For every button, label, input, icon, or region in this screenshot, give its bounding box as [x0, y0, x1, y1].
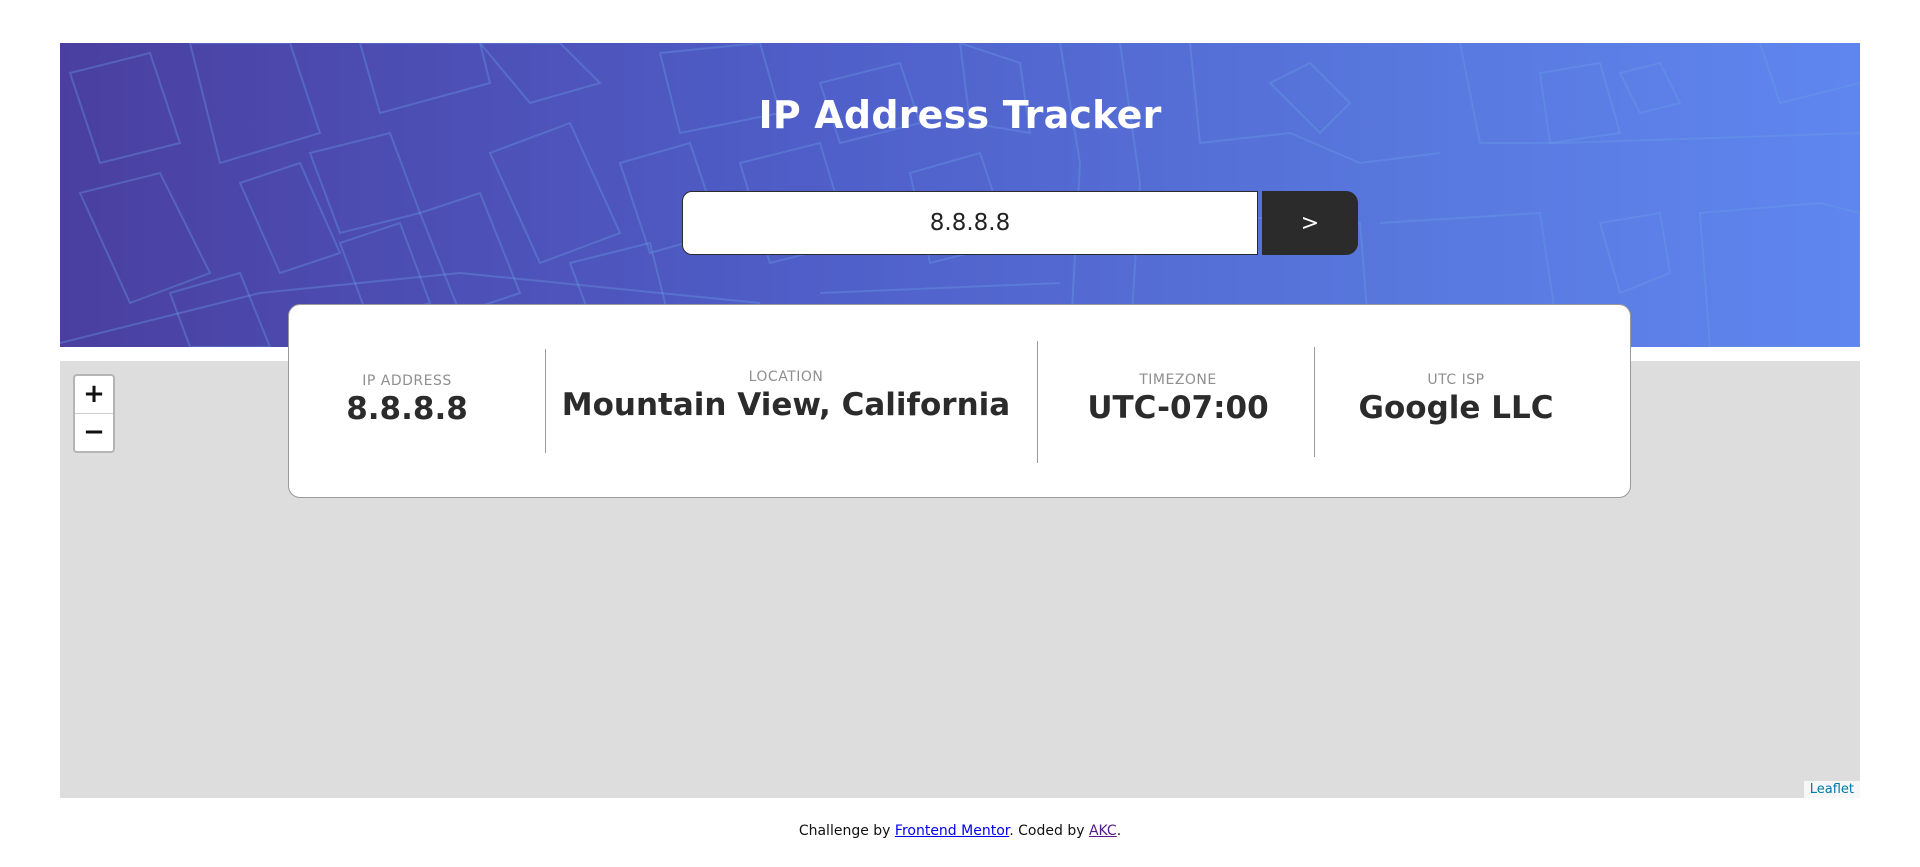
timezone-label: TIMEZONE: [1139, 372, 1217, 388]
ip-address-block: IP ADDRESS 8.8.8.8: [329, 373, 485, 427]
divider: [1037, 341, 1038, 463]
location-block: LOCATION Mountain View, California: [547, 369, 1025, 423]
ip-address-value: 8.8.8.8: [346, 391, 468, 427]
footer-attribution: Challenge by Frontend Mentor. Coded by A…: [0, 823, 1920, 839]
isp-block: UTC ISP Google LLC: [1316, 372, 1596, 426]
zoom-out-button[interactable]: −: [75, 414, 113, 451]
ip-search-input[interactable]: [682, 191, 1258, 255]
ip-address-label: IP ADDRESS: [362, 373, 452, 389]
zoom-control: + −: [73, 374, 115, 453]
footer-prefix: Challenge by: [798, 823, 895, 839]
footer-suffix: .: [1116, 823, 1122, 839]
page-title: IP Address Tracker: [758, 93, 1162, 137]
divider: [1314, 347, 1315, 457]
header-banner: IP Address Tracker >: [60, 43, 1860, 347]
akc-link[interactable]: AKC: [1089, 823, 1117, 839]
map-attribution: Leaflet: [1803, 781, 1860, 798]
divider: [545, 349, 546, 453]
footer-middle: . Coded by: [1009, 823, 1089, 839]
zoom-in-button[interactable]: +: [75, 376, 113, 414]
timezone-block: TIMEZONE UTC-07:00: [1039, 372, 1317, 426]
search-form: >: [682, 191, 1358, 255]
page: IP Address Tracker > + − Leaflet IP ADDR…: [0, 0, 1920, 867]
location-value: Mountain View, California: [561, 387, 1011, 423]
search-submit-button[interactable]: >: [1262, 191, 1358, 255]
leaflet-link[interactable]: Leaflet: [1810, 782, 1854, 797]
ip-info-card: IP ADDRESS 8.8.8.8 LOCATION Mountain Vie…: [288, 304, 1631, 498]
timezone-value: UTC-07:00: [1087, 390, 1269, 426]
isp-label: UTC ISP: [1427, 372, 1485, 388]
frontend-mentor-link[interactable]: Frontend Mentor: [895, 823, 1009, 839]
isp-value: Google LLC: [1358, 390, 1554, 426]
location-label: LOCATION: [748, 369, 824, 385]
